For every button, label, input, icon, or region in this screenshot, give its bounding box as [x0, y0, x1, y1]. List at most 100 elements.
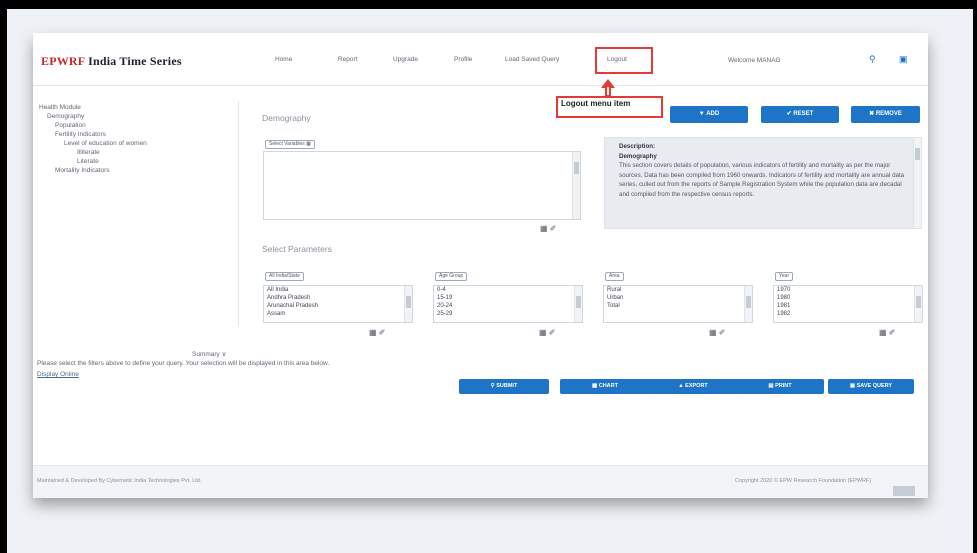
eraser-icon[interactable]: ✐ [549, 328, 556, 337]
scroll-thumb[interactable] [574, 162, 579, 174]
params-title: Select Parameters [262, 244, 332, 254]
remove-label: REMOVE [875, 111, 902, 117]
welcome-user[interactable]: Welcome MANAG [728, 57, 781, 64]
table-icon[interactable]: ▦ [879, 328, 887, 337]
list-item[interactable]: Rural [607, 287, 621, 293]
list-item[interactable]: 25-29 [437, 311, 452, 317]
desc-scroll-thumb[interactable] [915, 148, 920, 160]
table-icon[interactable]: ▦ [540, 224, 548, 233]
indicator-scrollbar[interactable] [572, 152, 580, 219]
list-item[interactable]: 1980 [777, 295, 790, 301]
list-item[interactable]: 1982 [777, 311, 790, 317]
browser-page: EPWRF India Time Series Home Report Upgr… [33, 33, 928, 498]
age-tools: ▦ ✐ [539, 328, 556, 337]
list-item[interactable]: 1970 [777, 287, 790, 293]
eraser-icon[interactable]: ✐ [719, 328, 726, 337]
print-button[interactable]: ▤ PRINT [736, 379, 824, 394]
submit-button[interactable]: ⚲ SUBMIT [459, 379, 549, 394]
display-online-link[interactable]: Display Online [37, 371, 79, 378]
list-item[interactable]: Assam [267, 311, 285, 317]
scroll-top-icon[interactable] [893, 486, 915, 496]
eraser-icon[interactable]: ✐ [379, 328, 386, 337]
description-scrollbar[interactable] [913, 138, 921, 228]
left-black-border [0, 0, 7, 553]
state-pill[interactable]: All India/State [265, 272, 304, 281]
description-heading: Demography [619, 152, 657, 160]
save-icon: ▣ [849, 383, 857, 389]
chart-button[interactable]: ▩ CHART [560, 379, 650, 394]
top-black-border [0, 0, 977, 9]
list-item[interactable]: Arunachal Pradesh [267, 303, 318, 309]
site-logo[interactable]: EPWRF India Time Series [41, 54, 182, 69]
tree-item-demography[interactable]: Demography [47, 113, 84, 120]
tree-item-population[interactable]: Population [55, 122, 86, 129]
table-icon[interactable]: ▦ [709, 328, 717, 337]
logout-highlight-box [595, 47, 653, 74]
age-scrollbar[interactable] [574, 286, 582, 322]
description-label: Description: [619, 143, 656, 150]
search-icon[interactable]: ⚲ [869, 54, 876, 65]
chart-label: CHART [598, 383, 618, 389]
footer-copyright: Copyright 2020 © EPW Research Foundation… [735, 478, 872, 484]
logo-brand: EPWRF [41, 54, 85, 68]
year-scrollbar[interactable] [914, 286, 922, 322]
eraser-icon[interactable]: ✐ [889, 328, 896, 337]
section-title: Demography [262, 113, 311, 123]
list-item[interactable]: All India [267, 287, 288, 293]
scroll-thumb[interactable] [746, 296, 751, 308]
tree-item-illiterate[interactable]: Illiterate [77, 149, 100, 156]
chart-icon: ▩ [592, 383, 599, 389]
tree-item-health-module[interactable]: Health Module [39, 104, 81, 111]
year-listbox[interactable]: 1970 1980 1981 1982 [773, 285, 923, 323]
scroll-thumb[interactable] [916, 296, 921, 308]
table-icon[interactable]: ▦ [369, 328, 377, 337]
eraser-icon[interactable]: ✐ [550, 224, 557, 233]
nav-profile[interactable]: Profile [454, 56, 472, 63]
year-tools: ▦ ✐ [879, 328, 896, 337]
add-button[interactable]: ▼ ADD [670, 106, 748, 123]
reset-button[interactable]: ✔ RESET [761, 106, 839, 123]
remove-button[interactable]: ✖ REMOVE [851, 106, 920, 123]
state-scrollbar[interactable] [404, 286, 412, 322]
state-listbox[interactable]: All India Andhra Pradesh Arunachal Prade… [263, 285, 413, 323]
description-panel: Description: Demography This section cov… [604, 137, 922, 229]
tree-item-fertility-indicators[interactable]: Fertility Indicators [55, 131, 106, 138]
scroll-thumb[interactable] [576, 296, 581, 308]
area-tools: ▦ ✐ [709, 328, 726, 337]
list-item[interactable]: Andhra Pradesh [267, 295, 310, 301]
list-item[interactable]: 1981 [777, 303, 790, 309]
state-tools: ▦ ✐ [369, 328, 386, 337]
tree-item-level-of-education[interactable]: Level of education of women [64, 140, 147, 147]
indicator-listbox[interactable] [263, 151, 581, 220]
year-pill[interactable]: Year [775, 272, 794, 281]
list-item[interactable]: 20-24 [437, 303, 452, 309]
list-item[interactable]: Urban [607, 295, 623, 301]
logout-callout: Logout menu item [556, 96, 663, 118]
table-icon[interactable]: ▦ [539, 328, 547, 337]
logo-title: India Time Series [88, 54, 182, 68]
export-button[interactable]: ▲ EXPORT [648, 379, 738, 394]
tree-item-mortality-indicators[interactable]: Mortality Indicators [55, 167, 110, 174]
age-group-pill[interactable]: Age Group [435, 272, 468, 281]
list-item[interactable]: 0-4 [437, 287, 446, 293]
area-listbox[interactable]: Rural Urban Total [603, 285, 753, 323]
submit-label: SUBMIT [496, 383, 518, 389]
nav-load-saved-query[interactable]: Load Saved Query [505, 56, 559, 63]
summary-toggle[interactable]: Summary ∨ [192, 350, 226, 358]
nav-report[interactable]: Report [338, 56, 358, 63]
area-pill[interactable]: Area [605, 272, 624, 281]
scroll-thumb[interactable] [406, 296, 411, 308]
nav-upgrade[interactable]: Upgrade [393, 56, 418, 63]
select-variables-pill[interactable]: Select Variables ▦ [265, 140, 315, 149]
age-group-listbox[interactable]: 0-4 15-19 20-24 25-29 [433, 285, 583, 323]
nav-home[interactable]: Home [275, 56, 292, 63]
tree-item-literate[interactable]: Literate [77, 158, 99, 165]
area-scrollbar[interactable] [744, 286, 752, 322]
save-query-button[interactable]: ▣ SAVE QUERY [828, 379, 914, 394]
list-item[interactable]: 15-19 [437, 295, 452, 301]
list-item[interactable]: Total [607, 303, 620, 309]
reset-label: RESET [793, 111, 814, 117]
remove-icon: ✖ [869, 111, 876, 117]
settings-icon[interactable]: ▣ [899, 54, 908, 65]
description-body: This section covers details of populatio… [619, 162, 905, 198]
